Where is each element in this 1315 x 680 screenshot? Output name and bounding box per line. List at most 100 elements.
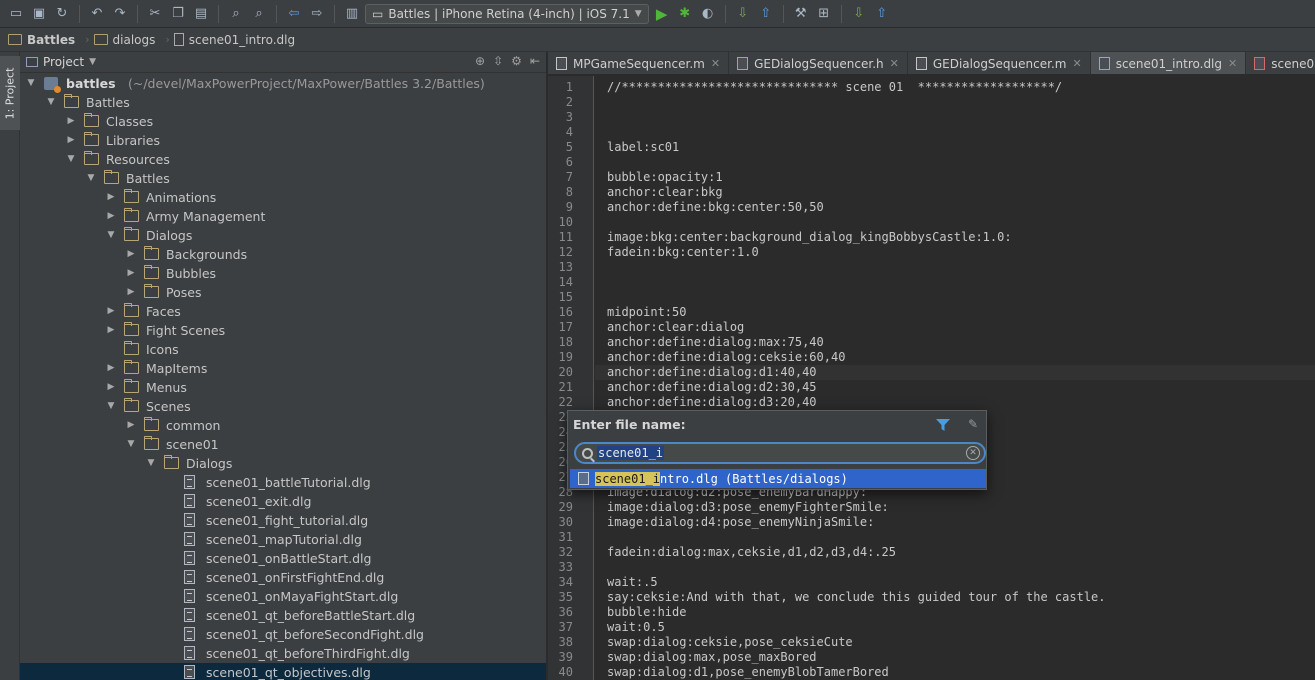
- close-icon[interactable]: ✕: [1228, 57, 1237, 70]
- close-icon[interactable]: ✕: [711, 57, 720, 70]
- chevron-right-icon[interactable]: ▶: [66, 112, 76, 131]
- vcs-update-icon[interactable]: ⇩: [733, 4, 753, 24]
- tree-folder-item[interactable]: ▶ MapItems: [20, 359, 546, 378]
- tree-file-item[interactable]: scene01_qt_beforeThirdFight.dlg: [20, 644, 546, 663]
- file-result-item[interactable]: scene01_intro.dlg (Battles/dialogs): [570, 469, 986, 488]
- undo-icon[interactable]: ↶: [87, 4, 107, 24]
- tree-folder-item[interactable]: ▼ Battles: [20, 93, 546, 112]
- tree-folder-item[interactable]: ▶ Fight Scenes: [20, 321, 546, 340]
- chevron-right-icon[interactable]: ▶: [126, 264, 136, 283]
- tree-file-item[interactable]: scene01_qt_beforeBattleStart.dlg: [20, 606, 546, 625]
- tree-folder-item[interactable]: ▼ Battles: [20, 169, 546, 188]
- breadcrumb-item-battles[interactable]: Battles: [8, 33, 81, 47]
- tree-file-item[interactable]: scene01_onFirstFightEnd.dlg: [20, 568, 546, 587]
- tree-file-item[interactable]: scene01_exit.dlg: [20, 492, 546, 511]
- chevron-right-icon[interactable]: ▶: [66, 131, 76, 150]
- chevron-right-icon[interactable]: ▶: [106, 188, 116, 207]
- profile-icon[interactable]: ◐: [698, 4, 718, 24]
- tree-folder-item[interactable]: ▶ Bubbles: [20, 264, 546, 283]
- tree-file-item[interactable]: scene01_battleTutorial.dlg: [20, 473, 546, 492]
- save-all-icon[interactable]: ▣: [29, 4, 49, 24]
- device-icon: ▭: [372, 6, 384, 21]
- find-icon[interactable]: ⌕: [226, 4, 246, 24]
- structure-icon[interactable]: ⊞: [814, 4, 834, 24]
- vcs-commit-icon[interactable]: ⇧: [756, 4, 776, 24]
- file-name-input[interactable]: scene01_i ✕: [574, 442, 986, 464]
- redo-icon[interactable]: ↷: [110, 4, 130, 24]
- pin-icon[interactable]: ✎: [968, 417, 978, 431]
- run-icon[interactable]: ▶: [652, 4, 672, 24]
- copy-icon[interactable]: ❐: [168, 4, 188, 24]
- editor-tab[interactable]: MPGameSequencer.m ✕: [548, 52, 730, 74]
- settings-icon[interactable]: ⚒: [791, 4, 811, 24]
- chevron-down-icon[interactable]: ▼: [146, 454, 156, 473]
- build-icon[interactable]: ▥: [342, 4, 362, 24]
- chevron-down-icon[interactable]: ▼: [66, 150, 76, 169]
- run-configuration-select[interactable]: ▭ Battles | iPhone Retina (4-inch) | iOS…: [365, 3, 649, 24]
- code-editor[interactable]: 1 2 3 4 5 6 7 8 9 10 11 12 13 14 15 16 17 18 19 20 21 22 23 24 2…: [548, 76, 1315, 680]
- tree-file-item[interactable]: scene01_onBattleStart.dlg: [20, 549, 546, 568]
- close-icon[interactable]: ✕: [890, 57, 899, 70]
- tree-folder-item[interactable]: ▶ Army Management: [20, 207, 546, 226]
- filter-icon[interactable]: [936, 419, 950, 431]
- collapse-icon[interactable]: ⇳: [493, 54, 503, 68]
- tree-file-item[interactable]: scene01_qt_objectives.dlg: [20, 663, 546, 680]
- tree-folder-item[interactable]: ▼ scene01: [20, 435, 546, 454]
- chevron-right-icon[interactable]: ▶: [106, 378, 116, 397]
- tree-file-item[interactable]: scene01_qt_beforeSecondFight.dlg: [20, 625, 546, 644]
- tree-folder-item[interactable]: ▶ Menus: [20, 378, 546, 397]
- chevron-down-icon[interactable]: ▼: [26, 74, 36, 93]
- tree-file-item[interactable]: scene01_fight_tutorial.dlg: [20, 511, 546, 530]
- tree-folder-item[interactable]: ▶ Classes: [20, 112, 546, 131]
- chevron-down-icon[interactable]: ▼: [106, 226, 116, 245]
- chevron-right-icon[interactable]: ▶: [126, 416, 136, 435]
- debug-icon[interactable]: ✱: [675, 4, 695, 24]
- vcs-push-icon[interactable]: ⇧: [872, 4, 892, 24]
- project-view-selector[interactable]: Project ▼: [26, 55, 96, 69]
- paste-icon[interactable]: ▤: [191, 4, 211, 24]
- replace-icon[interactable]: ⌕: [249, 4, 269, 24]
- chevron-right-icon[interactable]: ▶: [106, 359, 116, 378]
- tree-file-item[interactable]: scene01_mapTutorial.dlg: [20, 530, 546, 549]
- chevron-down-icon[interactable]: ▼: [126, 435, 136, 454]
- chevron-right-icon[interactable]: ▶: [106, 321, 116, 340]
- cut-icon[interactable]: ✂: [145, 4, 165, 24]
- sync-icon[interactable]: ↻: [52, 4, 72, 24]
- locate-icon[interactable]: ⊕: [475, 54, 485, 68]
- tree-file-item[interactable]: scene01_onMayaFightStart.dlg: [20, 587, 546, 606]
- tree-folder-item[interactable]: ▶ common: [20, 416, 546, 435]
- chevron-down-icon[interactable]: ▼: [86, 169, 96, 188]
- hide-panel-icon[interactable]: ⇤: [530, 54, 540, 68]
- chevron-right-icon[interactable]: ▶: [126, 245, 136, 264]
- tree-folder-item[interactable]: ▶ Backgrounds: [20, 245, 546, 264]
- open-folder-icon[interactable]: ▭: [6, 4, 26, 24]
- breadcrumb-item-file[interactable]: scene01_intro.dlg: [173, 33, 301, 47]
- vcs-pull-icon[interactable]: ⇩: [849, 4, 869, 24]
- clear-icon[interactable]: ✕: [966, 446, 980, 460]
- chevron-down-icon[interactable]: ▼: [106, 397, 116, 416]
- tree-folder-item[interactable]: ▼ battles (~/devel/MaxPowerProject/MaxPowe…: [20, 74, 546, 93]
- editor-tab[interactable]: scene01_intro.dlg ✕: [1090, 52, 1247, 74]
- tree-folder-item[interactable]: ▶ Faces: [20, 302, 546, 321]
- chevron-right-icon[interactable]: ▶: [106, 302, 116, 321]
- editor-tab[interactable]: scene01: [1246, 52, 1315, 74]
- forward-icon[interactable]: ⇨: [307, 4, 327, 24]
- tree-folder-item[interactable]: ▶ Animations: [20, 188, 546, 207]
- tree-folder-item[interactable]: ▼ Dialogs: [20, 226, 546, 245]
- tree-folder-item[interactable]: ▶ Libraries: [20, 131, 546, 150]
- breadcrumb-item-dialogs[interactable]: dialogs: [93, 33, 162, 47]
- project-tool-window-tab[interactable]: 1: Project: [0, 56, 20, 130]
- tree-folder-item[interactable]: ▶ Poses: [20, 283, 546, 302]
- close-icon[interactable]: ✕: [1072, 57, 1081, 70]
- chevron-down-icon[interactable]: ▼: [46, 93, 56, 112]
- editor-tab[interactable]: GEDialogSequencer.h ✕: [729, 52, 908, 74]
- tree-folder-item[interactable]: Icons: [20, 340, 546, 359]
- editor-tab[interactable]: GEDialogSequencer.m ✕: [908, 52, 1091, 74]
- tree-folder-item[interactable]: ▼ Dialogs: [20, 454, 546, 473]
- tree-folder-item[interactable]: ▼ Resources: [20, 150, 546, 169]
- gear-icon[interactable]: ⚙: [511, 54, 522, 68]
- back-icon[interactable]: ⇦: [284, 4, 304, 24]
- chevron-right-icon[interactable]: ▶: [106, 207, 116, 226]
- chevron-right-icon[interactable]: ▶: [126, 283, 136, 302]
- tree-folder-item[interactable]: ▼ Scenes: [20, 397, 546, 416]
